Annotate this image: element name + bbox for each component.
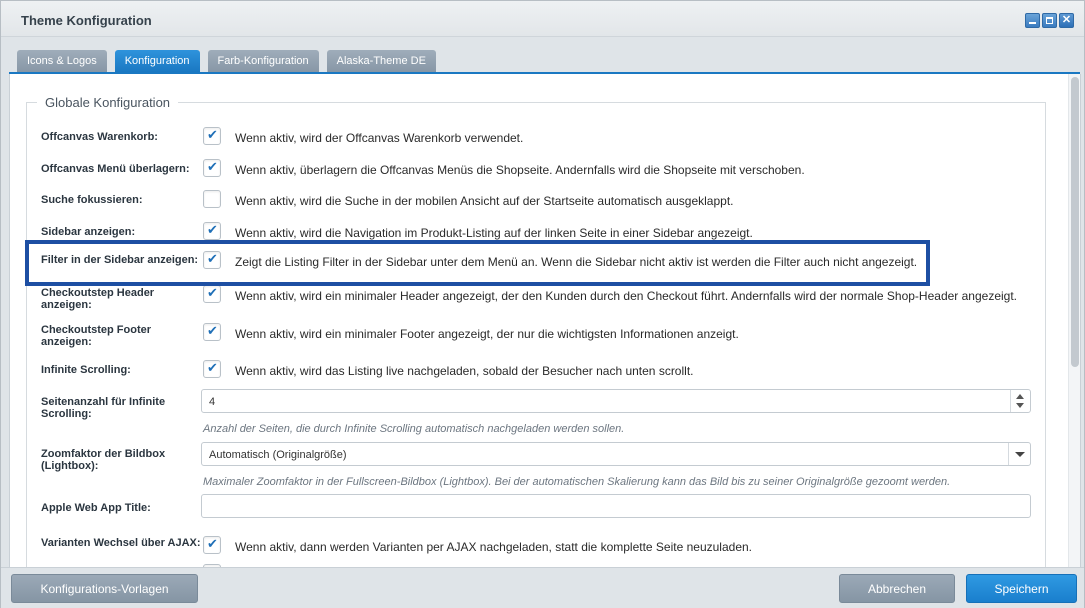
setting-description: Wenn aktiv, wird ein minimaler Footer an…	[235, 327, 739, 341]
fieldset-legend: Globale Konfiguration	[37, 95, 179, 110]
zoom-label: Zoomfaktor der Bildbox (Lightbox):	[41, 448, 166, 472]
scrollbar-thumb[interactable]	[1071, 77, 1079, 367]
chevron-down-icon[interactable]	[1008, 443, 1030, 465]
setting-checkbox[interactable]	[203, 127, 221, 145]
setting-description: Wenn aktiv, wird die Navigation im Produ…	[235, 226, 753, 240]
tab-konfiguration[interactable]: Konfiguration	[114, 50, 200, 72]
window-title: Theme Konfiguration	[21, 13, 152, 28]
stepper-up-icon[interactable]	[1016, 394, 1024, 399]
config-templates-button[interactable]: Konfigurations-Vorlagen	[11, 574, 198, 603]
setting-description: Wenn aktiv, wird das Listing live nachge…	[235, 364, 694, 378]
close-icon[interactable]: ✕	[1059, 13, 1074, 28]
stepper-down-icon[interactable]	[1016, 403, 1024, 408]
tab-icons-logos[interactable]: Icons & Logos	[17, 50, 107, 72]
infinite-pages-hint: Anzahl der Seiten, die durch Infinite Sc…	[203, 423, 625, 435]
maximize-icon[interactable]	[1042, 13, 1057, 28]
zoom-selected-value: Automatisch (Originalgröße)	[209, 449, 347, 461]
highlight-annotation-box	[25, 240, 930, 286]
setting-label: Varianten Wechsel über AJAX:	[41, 537, 201, 549]
config-panel: Globale Konfiguration Offcanvas Warenkor…	[9, 74, 1081, 567]
setting-label: Checkoutstep Footer anzeigen:	[41, 324, 152, 348]
zoom-select[interactable]: Automatisch (Originalgröße)	[201, 442, 1031, 466]
setting-description: Wenn aktiv, überlagern die Offcanvas Men…	[235, 163, 805, 177]
apple-title-label: Apple Web App Title:	[41, 502, 151, 514]
setting-label: Checkoutstep Header anzeigen:	[41, 287, 155, 311]
dialog-footer: Konfigurations-Vorlagen Abbrechen Speich…	[1, 567, 1084, 608]
minimize-icon[interactable]	[1025, 13, 1040, 28]
zoom-hint: Maximaler Zoomfaktor in der Fullscreen-B…	[203, 476, 951, 488]
number-stepper[interactable]	[1010, 390, 1030, 412]
tab-alaska-theme[interactable]: Alaska-Theme DE	[326, 50, 436, 72]
setting-checkbox[interactable]	[203, 536, 221, 554]
setting-label: Suche fokussieren:	[41, 194, 143, 206]
setting-label: Sidebar anzeigen:	[41, 226, 136, 238]
setting-checkbox[interactable]	[203, 323, 221, 341]
save-button[interactable]: Speichern	[966, 574, 1077, 603]
cancel-button[interactable]: Abbrechen	[839, 574, 955, 603]
infinite-pages-number-field[interactable]: 4	[201, 389, 1031, 413]
infinite-pages-value: 4	[209, 396, 216, 408]
theme-configuration-window: Theme Konfiguration ✕ Icons & Logos Konf…	[0, 0, 1085, 608]
infinite-pages-label: Seitenanzahl für Infinite Scrolling:	[41, 396, 166, 420]
setting-checkbox[interactable]	[203, 285, 221, 303]
setting-label: Offcanvas Menü überlagern:	[41, 163, 190, 175]
global-config-fieldset: Globale Konfiguration Offcanvas Warenkor…	[26, 95, 1046, 567]
setting-label: Infinite Scrolling:	[41, 364, 131, 376]
vertical-scrollbar[interactable]	[1068, 74, 1080, 567]
setting-description: Wenn aktiv, wird der Offcanvas Warenkorb…	[235, 131, 524, 145]
tab-bar: Icons & Logos Konfiguration Farb-Konfigu…	[17, 50, 436, 72]
tab-farb-konfiguration[interactable]: Farb-Konfiguration	[207, 50, 319, 72]
setting-description: Wenn aktiv, dann werden Varianten per AJ…	[235, 540, 753, 554]
setting-checkbox[interactable]	[203, 360, 221, 378]
setting-checkbox[interactable]	[203, 190, 221, 208]
setting-description: Wenn aktiv, wird die Suche in der mobile…	[235, 194, 734, 208]
setting-label: Offcanvas Warenkorb:	[41, 131, 158, 143]
title-bar[interactable]: Theme Konfiguration ✕	[1, 1, 1084, 37]
apple-title-input[interactable]	[201, 494, 1031, 518]
window-controls: ✕	[1025, 13, 1074, 28]
setting-checkbox[interactable]	[203, 159, 221, 177]
setting-checkbox[interactable]	[203, 222, 221, 240]
setting-description: Wenn aktiv, wird ein minimaler Header an…	[235, 289, 1017, 303]
